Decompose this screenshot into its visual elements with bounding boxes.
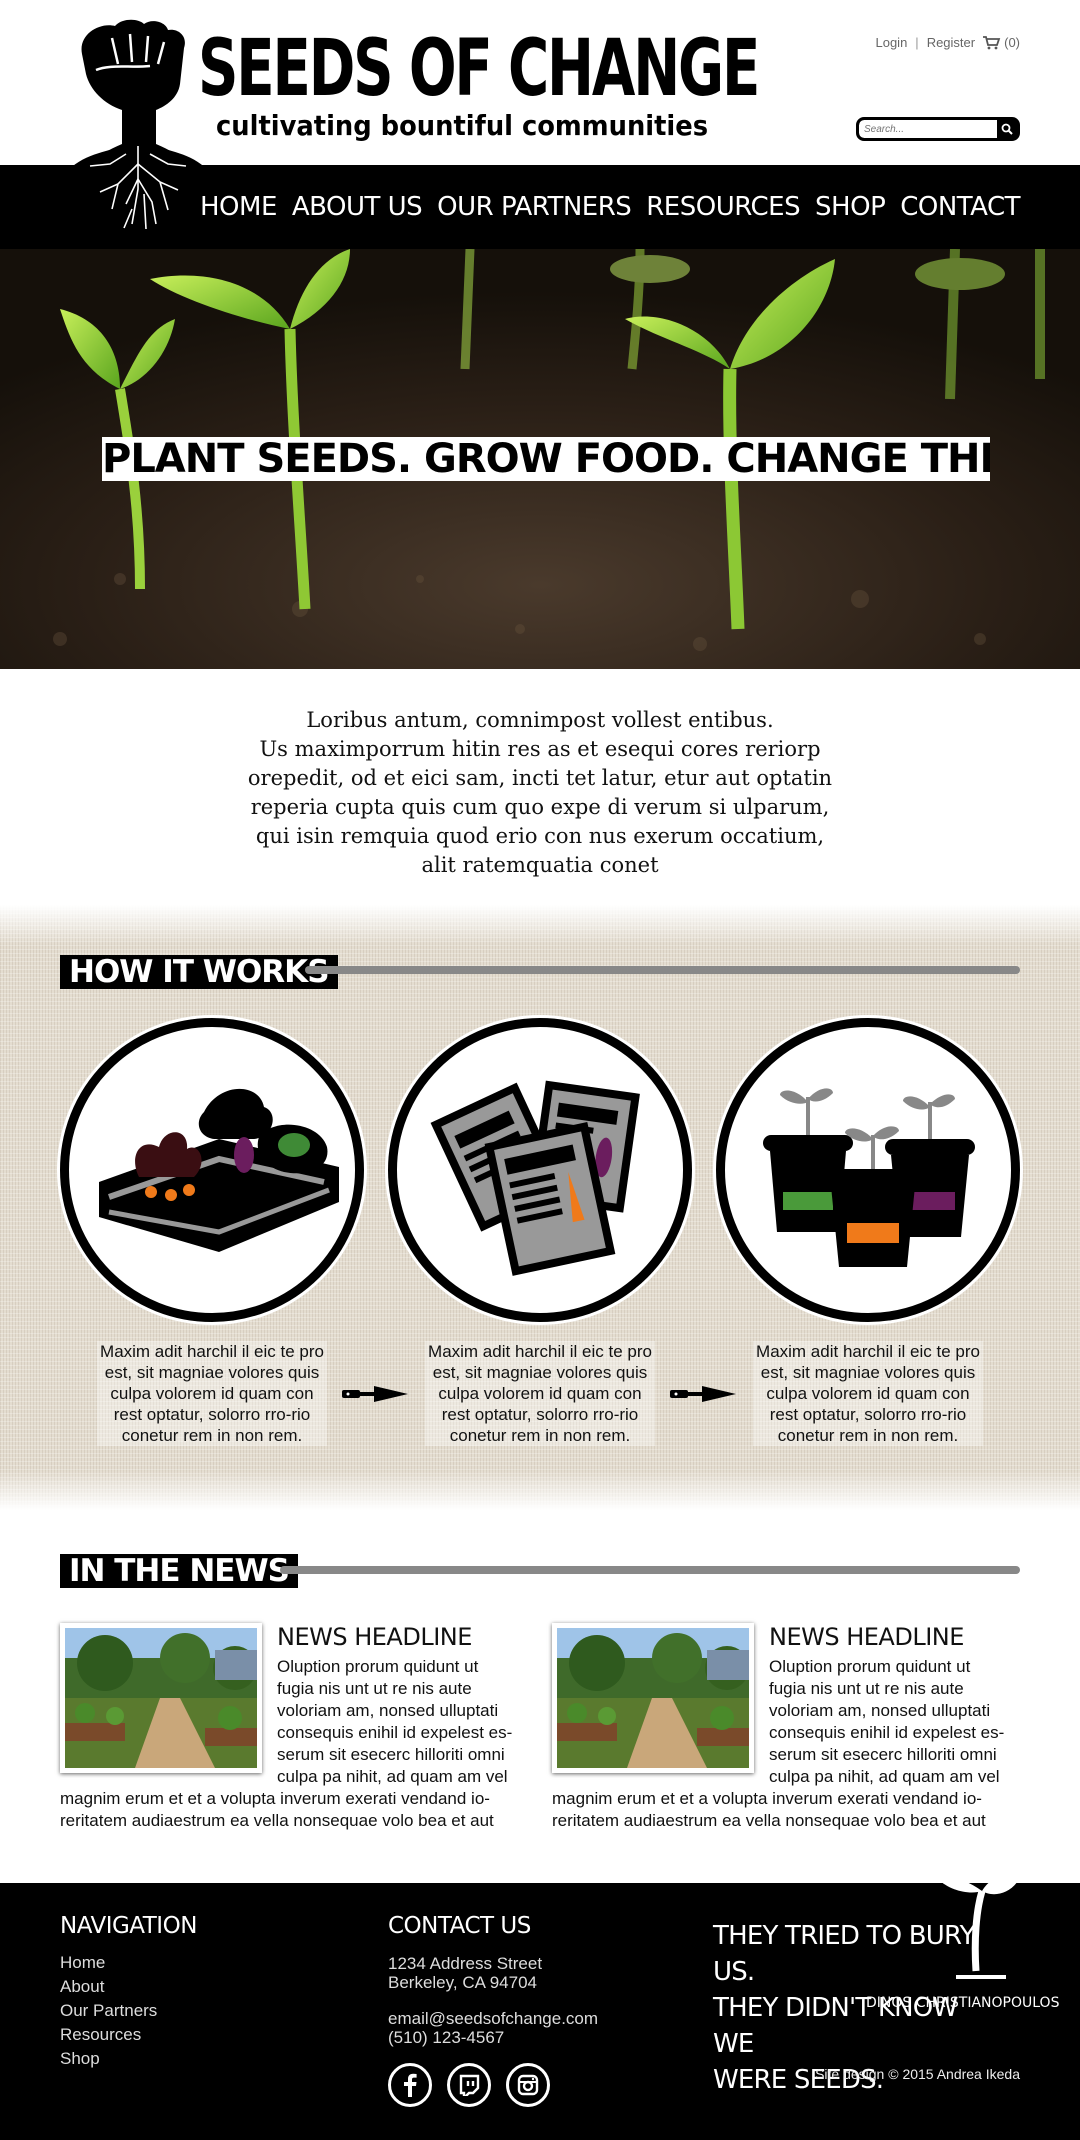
site-credit: Site design © 2015 Andrea Ikeda bbox=[815, 2066, 1020, 2082]
news-line: Oluption prorum quidunt ut bbox=[769, 1657, 971, 1676]
nav-item-contact[interactable]: CONTACT bbox=[900, 192, 1020, 222]
intro-line: Us maximporrum hitin res as et esequi co… bbox=[259, 737, 821, 761]
news-line: Oluption prorum quidunt ut bbox=[277, 1657, 479, 1676]
footer-link-shop[interactable]: Shop bbox=[60, 2047, 157, 2071]
news-line: fugia nis unt ut re nis aute bbox=[277, 1679, 472, 1698]
contact-phone: (510) 123-4567 bbox=[388, 2028, 505, 2047]
search-input[interactable] bbox=[859, 120, 997, 138]
news-line: culpa pa nihit, ad quam am vel bbox=[769, 1767, 1000, 1786]
step-1-text: Maxim adit harchil il eic te pro est, si… bbox=[97, 1341, 327, 1446]
intro-line: qui isin remquia quod erio con nus exeru… bbox=[255, 824, 825, 848]
footer-contact-heading: CONTACT US bbox=[388, 1913, 531, 1939]
facebook-button[interactable] bbox=[388, 2063, 432, 2107]
news-line: reritatem audiaestrum ea vella nonsequae… bbox=[552, 1811, 986, 1830]
intro-line: alit ratemquatia conet bbox=[421, 853, 659, 877]
account-links: Login | Register (0) bbox=[875, 35, 1020, 50]
search-box bbox=[856, 117, 1020, 141]
address-line-1: 1234 Address Street bbox=[388, 1954, 543, 1973]
intro-line: Loribus antum, comnimpost vollest entibu… bbox=[306, 708, 774, 732]
news-line: serum sit esecerc hilloriti omni bbox=[769, 1745, 997, 1764]
news-line: voloriam am, nonsed ulluptati bbox=[277, 1701, 499, 1720]
footer-link-our-partners[interactable]: Our Partners bbox=[60, 1999, 157, 2023]
intro-paragraph: Loribus antum, comnimpost vollest entibu… bbox=[200, 706, 880, 880]
seed-packets-icon bbox=[430, 1080, 640, 1276]
news-item: NEWS HEADLINE Oluption prorum quidunt ut… bbox=[60, 1623, 530, 1833]
news-body: Oluption prorum quidunt ut fugia nis unt… bbox=[552, 1656, 1022, 1832]
news-line: voloriam am, nonsed ulluptati bbox=[769, 1701, 991, 1720]
how-it-works-heading: HOW IT WORKS bbox=[60, 955, 338, 989]
in-the-news-heading: IN THE NEWS bbox=[60, 1554, 298, 1588]
news-line: culpa pa nihit, ad quam am vel bbox=[277, 1767, 508, 1786]
step-3-text: Maxim adit harchil il eic te pro est, si… bbox=[753, 1341, 983, 1446]
footer-nav-heading: NAVIGATION bbox=[60, 1913, 197, 1939]
news-headline[interactable]: NEWS HEADLINE bbox=[769, 1623, 964, 1651]
news-line: fugia nis unt ut re nis aute bbox=[769, 1679, 964, 1698]
footer-link-home[interactable]: Home bbox=[60, 1951, 157, 1975]
search-button[interactable] bbox=[997, 120, 1017, 138]
hero-slogan: PLANT SEEDS. GROW FOOD. CHANGE THE WORLD… bbox=[102, 437, 990, 481]
section-divider bbox=[305, 966, 1020, 974]
section-fade bbox=[0, 905, 1080, 945]
garden-bed-icon bbox=[99, 1088, 339, 1252]
news-line: reritatem audiaestrum ea vella nonsequae… bbox=[60, 1811, 494, 1830]
news-line: magnim erum et et a volupta inverum exer… bbox=[552, 1789, 982, 1808]
news-line: consequis enihil id expelest es- bbox=[277, 1723, 513, 1742]
news-body: Oluption prorum quidunt ut fugia nis unt… bbox=[60, 1656, 530, 1832]
footer-nav-list: Home About Our Partners Resources Shop bbox=[60, 1951, 157, 2071]
brand-tagline: cultivating bountiful communities bbox=[216, 109, 709, 142]
section-fade bbox=[0, 1470, 1080, 1510]
cart-count: (0) bbox=[1004, 35, 1020, 50]
nav-item-shop[interactable]: SHOP bbox=[815, 192, 886, 222]
instagram-icon bbox=[517, 2074, 539, 2096]
fist-roots-logo-icon[interactable] bbox=[60, 14, 216, 234]
twitch-button[interactable] bbox=[447, 2063, 491, 2107]
contact-email[interactable]: email@seedsofchange.com bbox=[388, 2009, 598, 2028]
instagram-button[interactable] bbox=[506, 2063, 550, 2107]
site-footer: NAVIGATION Home About Our Partners Resou… bbox=[0, 1876, 1080, 2140]
step-2-circle bbox=[388, 1018, 692, 1322]
quote-author: DINOS CHRISTIANOPOULOS bbox=[866, 1995, 1060, 2011]
news-item: NEWS HEADLINE Oluption prorum quidunt ut… bbox=[552, 1623, 1022, 1833]
nav-item-our-partners[interactable]: OUR PARTNERS bbox=[437, 192, 632, 222]
facebook-icon bbox=[404, 2073, 417, 2097]
cart-link[interactable]: (0) bbox=[983, 35, 1020, 50]
trowel-arrow-icon bbox=[670, 1386, 736, 1402]
news-line: serum sit esecerc hilloriti omni bbox=[277, 1745, 505, 1764]
news-headline[interactable]: NEWS HEADLINE bbox=[277, 1623, 472, 1651]
intro-line: reperia cupta quis cum quo expe di verum… bbox=[250, 795, 830, 819]
trowel-arrow-icon bbox=[342, 1386, 408, 1402]
register-link[interactable]: Register bbox=[927, 35, 975, 50]
intro-line: orepedit, od et eici sam, incti tet latu… bbox=[247, 766, 833, 790]
login-link[interactable]: Login bbox=[875, 35, 907, 50]
address-line-2: Berkeley, CA 94704 bbox=[388, 1973, 537, 1992]
nav-item-resources[interactable]: RESOURCES bbox=[646, 192, 800, 222]
nav-item-about-us[interactable]: ABOUT US bbox=[292, 192, 423, 222]
news-line: magnim erum et et a volupta inverum exer… bbox=[60, 1789, 490, 1808]
search-icon bbox=[1001, 123, 1013, 135]
section-divider bbox=[280, 1566, 1020, 1574]
footer-link-resources[interactable]: Resources bbox=[60, 2023, 157, 2047]
sprout-icon bbox=[938, 1876, 1018, 1979]
step-3-circle bbox=[716, 1018, 1020, 1322]
cart-icon bbox=[983, 35, 1001, 49]
footer-link-about[interactable]: About bbox=[60, 1975, 157, 1999]
brand-title[interactable]: SEEDS OF CHANGE bbox=[198, 30, 760, 108]
news-line: consequis enihil id expelest es- bbox=[769, 1723, 1005, 1742]
seedling-pots-icon bbox=[763, 1088, 975, 1267]
twitch-icon bbox=[459, 2074, 480, 2096]
step-1-circle bbox=[60, 1018, 364, 1322]
step-2-text: Maxim adit harchil il eic te pro est, si… bbox=[425, 1341, 655, 1446]
link-separator: | bbox=[915, 35, 919, 50]
